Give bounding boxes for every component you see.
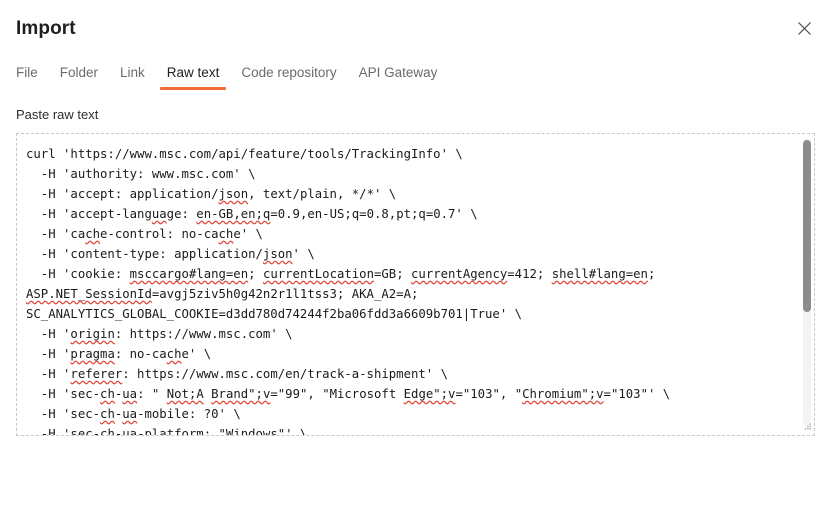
code-line: -H 'sec-ch-ua: " Not;A Brand";v="99", "M… (26, 387, 671, 401)
close-button[interactable] (792, 16, 816, 40)
raw-text-field-label: Paste raw text (16, 107, 99, 122)
tab-file[interactable]: File (16, 64, 49, 90)
code-line: -H 'accept-language: en-GB,en;q=0.9,en-U… (26, 207, 478, 221)
tab-folder[interactable]: Folder (49, 64, 109, 90)
textarea-scrollbar[interactable] (803, 138, 811, 426)
tab-label: File (16, 65, 38, 80)
tab-label: Link (120, 65, 145, 80)
code-line: -H 'cache-control: no-cache' \ (26, 227, 263, 241)
code-line: -H 'origin: https://www.msc.com' \ (26, 327, 293, 341)
raw-text-input-container: curl 'https://www.msc.com/api/feature/to… (16, 133, 815, 436)
raw-text-input[interactable]: curl 'https://www.msc.com/api/feature/to… (17, 134, 803, 436)
scrollbar-thumb[interactable] (803, 140, 811, 312)
tab-code-repository[interactable]: Code repository (230, 64, 347, 90)
code-line: -H 'referer: https://www.msc.com/en/trac… (26, 367, 448, 381)
code-line: -H 'sec-ch-ua-mobile: ?0' \ (26, 407, 241, 421)
tab-raw-text[interactable]: Raw text (156, 64, 231, 90)
tab-label: Folder (59, 65, 99, 80)
code-line: -H 'cookie: msccargo#lang=en; currentLoc… (26, 267, 656, 281)
code-line: SC_ANALYTICS_GLOBAL_COOKIE=d3dd780d74244… (26, 307, 523, 321)
code-line: ASP.NET_SessionId=avgj5ziv5h0g42n2r1l1ts… (26, 287, 419, 301)
close-icon (797, 21, 812, 36)
code-line: -H 'sec-ch-ua-platform: "Windows"' \ (26, 427, 308, 436)
import-dialog: Import File Folder Link Raw text Code re… (0, 0, 831, 511)
tab-label: Code repository (241, 65, 337, 80)
page-title: Import (16, 18, 76, 39)
tab-link[interactable]: Link (109, 64, 156, 90)
tab-label: Raw text (166, 65, 220, 80)
tab-api-gateway[interactable]: API Gateway (348, 64, 449, 90)
tab-label: API Gateway (358, 65, 438, 80)
dialog-header: Import (0, 0, 831, 56)
code-line: -H 'pragma: no-cache' \ (26, 347, 212, 361)
code-line: -H 'content-type: application/json' \ (26, 247, 315, 261)
code-line: -H 'accept: application/json, text/plain… (26, 187, 397, 201)
import-source-tabs: File Folder Link Raw text Code repositor… (16, 64, 448, 92)
code-line: -H 'authority: www.msc.com' \ (26, 167, 256, 181)
code-line: curl 'https://www.msc.com/api/feature/to… (26, 147, 463, 161)
textarea-resize-handle[interactable] (800, 421, 813, 434)
